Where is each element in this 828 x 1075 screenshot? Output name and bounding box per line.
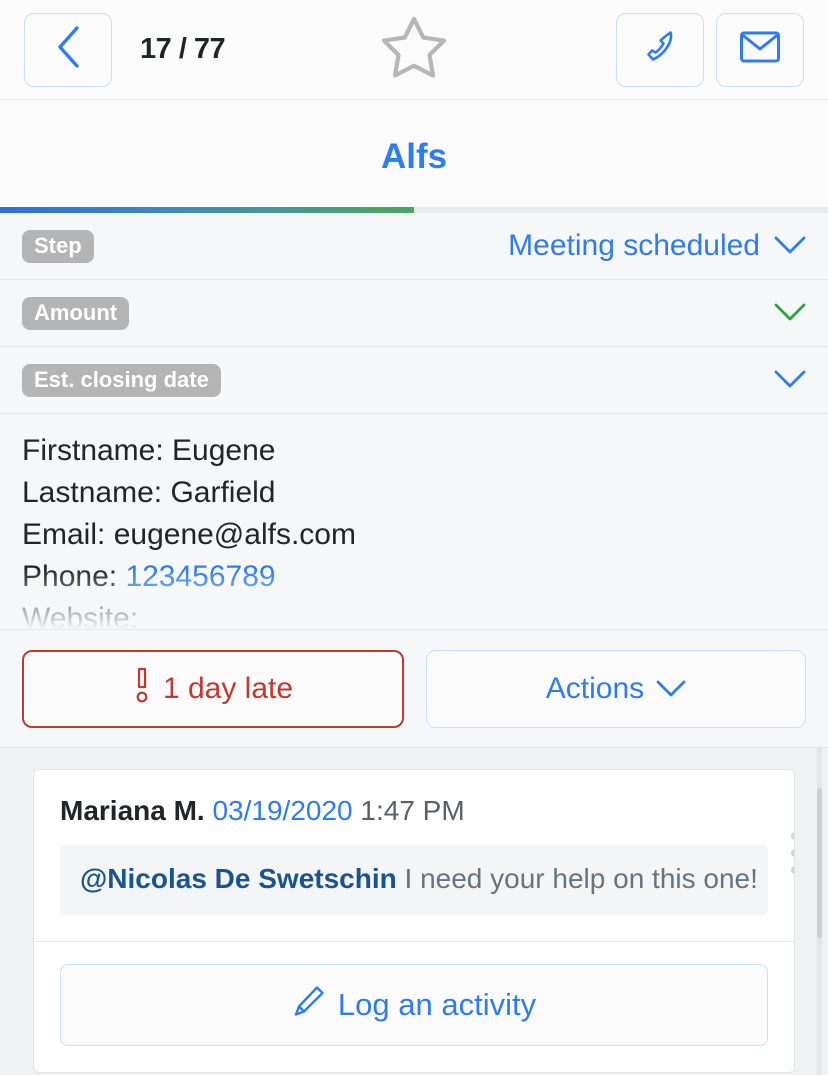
actions-dropdown-button[interactable]: Actions [426, 649, 806, 728]
field-row-amount[interactable]: Amount [0, 280, 828, 347]
late-status-label: 1 day late [162, 671, 294, 705]
field-value-amount[interactable] [760, 296, 806, 330]
detail-firstname-value: Eugene [172, 434, 276, 467]
comment-time: 1:47 PM [360, 795, 465, 826]
detail-phone-value[interactable]: 123456789 [125, 560, 275, 593]
field-row-est-closing-date[interactable]: Est. closing date [0, 347, 828, 414]
log-activity-zone: Log an activity [34, 942, 794, 1072]
contact-action-buttons [616, 12, 804, 87]
comment-text: I need your help on this one! [404, 863, 758, 894]
detail-email-value: eugene@alfs.com [113, 518, 356, 551]
detail-firstname-label: Firstname: [22, 434, 164, 467]
detail-email-label: Email: [22, 518, 106, 551]
phone-icon [640, 27, 680, 72]
detail-phone-label: Phone: [22, 560, 118, 593]
pipeline-progress-fill [0, 207, 414, 213]
deal-title-zone: Alfs [0, 100, 828, 213]
comment-header: Mariana M. 03/19/2020 1:47 PM [60, 794, 768, 828]
page-title[interactable]: Alfs [381, 137, 447, 177]
kebab-dot [791, 866, 794, 874]
field-value-est-closing-date[interactable] [760, 363, 806, 397]
pencil-icon [292, 984, 326, 1026]
chevron-down-icon [774, 296, 806, 330]
late-status-button[interactable]: 1 day late [22, 649, 404, 728]
activity-timeline: Mariana M. 03/19/2020 1:47 PM @Nicolas D… [0, 748, 828, 1075]
favorite-button[interactable] [379, 13, 449, 86]
chevron-down-icon [774, 229, 806, 263]
kebab-dot [791, 849, 794, 857]
chevron-left-icon [55, 25, 81, 74]
email-button[interactable] [716, 12, 804, 87]
deal-detail-screen: 17 / 77 Alfs Step Meeting scheduled Amou… [0, 0, 828, 1075]
kebab-dot [791, 832, 794, 840]
chevron-down-icon [774, 363, 806, 397]
comment-bubble: @Nicolas De Swetschin I need your help o… [60, 845, 768, 915]
field-label-step: Step [22, 229, 94, 263]
kebab-menu-icon[interactable] [791, 832, 794, 874]
field-row-step[interactable]: Step Meeting scheduled [0, 213, 828, 280]
star-outline-icon [379, 13, 449, 86]
comment-entry: Mariana M. 03/19/2020 1:47 PM @Nicolas D… [34, 770, 794, 941]
field-value-step-text: Meeting scheduled [508, 229, 760, 262]
chevron-down-icon [656, 672, 686, 706]
contact-details-block: Firstname: Eugene Lastname: Garfield Ema… [0, 414, 828, 629]
detail-website-label: Website: [22, 602, 139, 629]
pipeline-progress-bar [0, 207, 828, 213]
actions-dropdown-label: Actions [545, 671, 645, 705]
detail-lastname: Lastname: Garfield [22, 472, 806, 514]
top-navigation-bar: 17 / 77 [0, 0, 828, 100]
field-label-amount: Amount [22, 296, 130, 330]
comment-mention[interactable]: @Nicolas De Swetschin [80, 863, 397, 894]
field-label-est-closing-date: Est. closing date [22, 363, 221, 397]
detail-phone: Phone: 123456789 [22, 556, 806, 598]
log-activity-label: Log an activity [337, 987, 537, 1022]
call-button[interactable] [616, 12, 704, 87]
field-value-step[interactable]: Meeting scheduled [508, 229, 806, 263]
detail-firstname: Firstname: Eugene [22, 430, 806, 472]
back-button[interactable] [24, 12, 112, 87]
action-button-bar: 1 day late Actions [0, 629, 828, 748]
detail-email: Email: eugene@alfs.com [22, 514, 806, 556]
activity-card: Mariana M. 03/19/2020 1:47 PM @Nicolas D… [33, 769, 795, 1073]
log-activity-button[interactable]: Log an activity [60, 964, 768, 1046]
comment-date[interactable]: 03/19/2020 [212, 795, 352, 826]
record-counter: 17 / 77 [140, 33, 226, 65]
comment-author: Mariana M. [60, 795, 205, 826]
detail-lastname-value: Garfield [170, 476, 276, 509]
timeline-scrollbar-thumb[interactable] [817, 788, 822, 938]
envelope-icon [739, 30, 781, 69]
exclamation-icon [133, 665, 151, 713]
detail-lastname-label: Lastname: [22, 476, 163, 509]
detail-website: Website: [22, 598, 806, 629]
